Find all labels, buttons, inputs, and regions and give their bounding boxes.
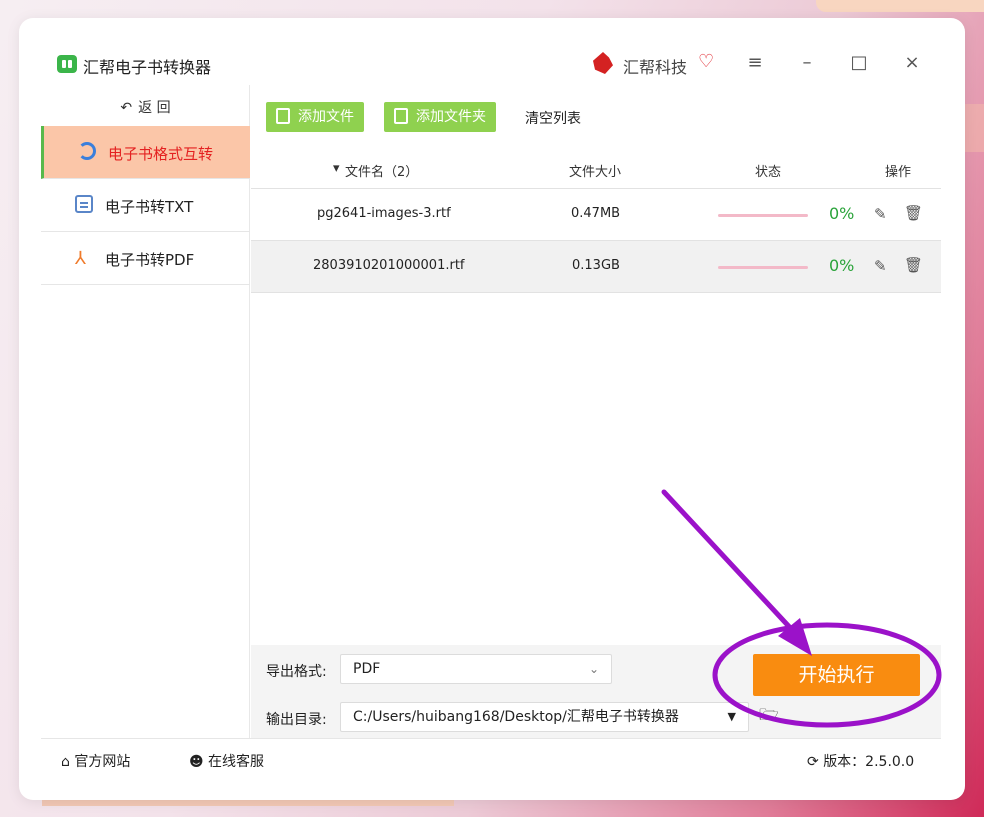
format-label: 导出格式: [266,664,327,680]
caret-down-icon: ▼ [727,710,736,723]
add-file-label: 添加文件 [298,109,354,125]
sidebar-item-label: 电子书转TXT [105,198,194,216]
user-icon: ☻ [189,754,209,770]
format-value: PDF [353,661,381,677]
maximize-button[interactable]: □ [847,52,871,73]
background-decoration-top [816,0,984,12]
column-actions: 操作 [885,165,912,180]
add-folder-icon [394,108,408,124]
progress-percent: 0% [829,256,855,275]
format-select[interactable]: PDF ⌄ [340,654,612,684]
menu-button[interactable]: ≡ [743,52,767,73]
start-button[interactable]: 开始执行 [753,654,920,696]
progress-percent: 0% [829,204,855,223]
progress-bar [718,266,808,269]
row-size: 0.13GB [572,258,620,273]
background-decoration-bottom [42,800,454,806]
app-window: 汇帮电子书转换器 汇帮科技 ♡ ≡ – □ × ↶ 返 回 电子书格式互转 电子书… [19,18,965,800]
website-link[interactable]: ⌂ 官方网站 [61,751,130,771]
add-folder-label: 添加文件夹 [416,109,486,125]
document-icon [75,195,93,213]
table-row[interactable]: pg2641-images-3.rtf 0.47MB 0% ✎ 🗑 [251,189,941,241]
sidebar-item-to-pdf[interactable]: ⅄ 电子书转PDF [41,232,250,285]
chevron-down-icon: ⌄ [588,662,599,676]
support-label: 在线客服 [208,754,265,770]
version-info[interactable]: ⟳ 版本：2.5.0.0 [807,751,914,771]
clear-list-button[interactable]: 清空列表 [525,108,581,128]
app-title: 汇帮电子书转换器 [83,58,212,77]
table-row[interactable]: 2803910201000001.rtf 0.13GB 0% ✎ 🗑 [251,241,941,293]
row-filename: pg2641-images-3.rtf [317,206,451,221]
add-file-icon [276,108,290,124]
output-dir-label: 输出目录: [266,712,327,728]
column-filename[interactable]: 文件名（2） [345,161,418,180]
output-dir-select[interactable]: C:/Users/huibang168/Desktop/汇帮电子书转换器 ▼ [340,702,749,732]
version-label: 版本：2.5.0.0 [823,754,915,770]
close-button[interactable]: × [900,52,924,73]
website-label: 官方网站 [74,754,131,770]
support-link[interactable]: ☻ 在线客服 [189,751,264,771]
output-dir-value: C:/Users/huibang168/Desktop/汇帮电子书转换器 [353,709,679,725]
column-size: 文件大小 [569,165,622,180]
minimize-button[interactable]: – [795,52,819,73]
row-size: 0.47MB [571,206,621,221]
back-label: 返 回 [138,100,171,116]
edit-icon[interactable]: ✎ [874,205,887,223]
sort-arrow-icon[interactable]: ▾ [333,161,340,176]
back-button[interactable]: ↶ 返 回 [41,97,250,117]
trash-icon[interactable]: 🗑 [904,256,923,274]
sidebar: ↶ 返 回 电子书格式互转 电子书转TXT ⅄ 电子书转PDF [41,85,250,738]
file-table-header: ▾ 文件名（2） 文件大小 状态 操作 [251,151,941,189]
edit-icon[interactable]: ✎ [874,257,887,275]
heart-icon[interactable]: ♡ [698,51,714,72]
refresh-icon: ⟳ [807,754,824,770]
pdf-icon: ⅄ [75,248,86,269]
sidebar-item-label: 电子书格式互转 [108,145,214,163]
brand-name[interactable]: 汇帮科技 [623,54,687,78]
app-logo-icon [57,55,77,73]
home-icon: ⌂ [61,754,75,770]
progress-bar [718,214,808,217]
brand-logo-icon [593,52,613,74]
back-arrow-icon: ↶ [120,100,133,116]
folder-icon[interactable]: 🗁 [759,704,779,731]
footer: ⌂ 官方网站 ☻ 在线客服 ⟳ 版本：2.5.0.0 [41,738,941,780]
row-filename: 2803910201000001.rtf [313,258,465,273]
title-bar: 汇帮电子书转换器 汇帮科技 ♡ ≡ – □ × [19,18,965,84]
trash-icon[interactable]: 🗑 [904,204,923,222]
add-folder-button[interactable]: 添加文件夹 [384,102,496,132]
sidebar-item-format-convert[interactable]: 电子书格式互转 [41,126,250,179]
sidebar-item-label: 电子书转PDF [105,251,195,269]
add-file-button[interactable]: 添加文件 [266,102,364,132]
column-status: 状态 [755,165,782,180]
sync-icon [78,142,96,160]
sidebar-item-to-txt[interactable]: 电子书转TXT [41,179,250,232]
